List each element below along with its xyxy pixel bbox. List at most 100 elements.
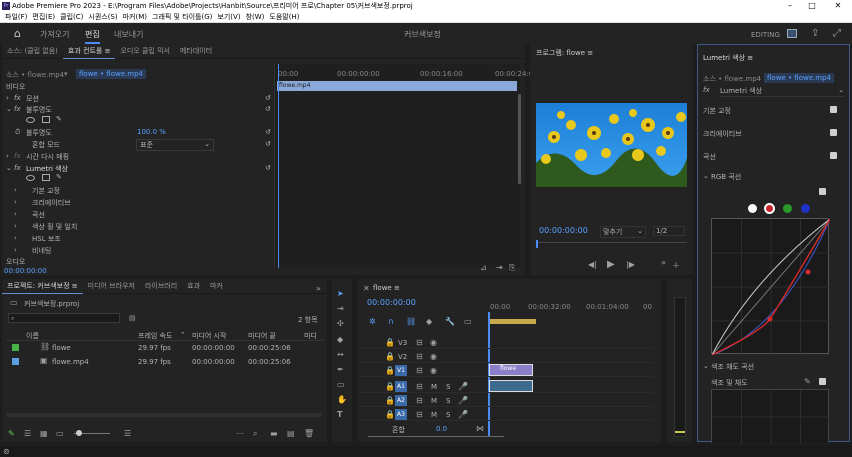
playhead[interactable] [278, 64, 279, 268]
sync-lock-icon[interactable]: ⊟ [416, 410, 423, 419]
chevron-right-icon[interactable]: › [14, 234, 17, 242]
green-channel-button[interactable] [783, 204, 792, 213]
more-icon[interactable]: » [661, 258, 666, 267]
lumetri-vignette-label[interactable]: 비네팅 [32, 246, 51, 256]
nest-icon[interactable]: ✲ [369, 317, 376, 326]
filter-icon[interactable]: ⊿ [480, 263, 487, 272]
reset-icon[interactable]: ↺ [265, 94, 271, 102]
lumetri-fx-select[interactable]: Lumetri 색상 ⌄ [720, 86, 844, 97]
chevron-down-icon[interactable]: ⌄ [703, 362, 709, 370]
solo-button[interactable]: S [446, 411, 450, 419]
chevron-down-icon[interactable]: ▾ [64, 70, 68, 78]
razor-tool-icon[interactable]: ◆ [337, 335, 343, 344]
microphone-icon[interactable]: 🎤 [458, 382, 468, 391]
lock-icon[interactable]: 🔒 [385, 338, 395, 347]
menu-marker[interactable]: 마커(M) [123, 13, 147, 21]
maximize-icon[interactable]: □ [802, 0, 822, 12]
new-bin-icon[interactable]: ▤ [129, 314, 136, 322]
tab-libraries[interactable]: 라이브러리 [140, 279, 182, 293]
play-icon[interactable]: ▶ [607, 259, 615, 270]
track-label[interactable]: A2 [395, 395, 407, 406]
motion-effect-label[interactable]: 모션 [26, 94, 39, 104]
eyedropper-icon[interactable]: ✎ [804, 377, 811, 386]
horizontal-scrollbar[interactable] [6, 413, 322, 417]
search-input[interactable]: ⌕ [8, 313, 120, 323]
lock-icon[interactable]: 🔒 [385, 366, 395, 375]
rgb-curve-graph[interactable] [711, 218, 831, 356]
sort-icon[interactable]: ⌃ [180, 331, 186, 339]
chevron-right-icon[interactable]: › [6, 94, 9, 102]
sort-icon[interactable]: ☰ [124, 429, 131, 438]
video-clip[interactable]: flowe [489, 364, 533, 376]
tab-source[interactable]: 소스: (클립 없음) [2, 44, 63, 58]
more-icon[interactable]: » [316, 284, 321, 293]
mute-button[interactable]: M [431, 397, 437, 405]
rectangle-mask-icon[interactable] [42, 116, 50, 123]
fit-select[interactable]: 맞추기 ⌄ [600, 226, 646, 238]
selection-tool-icon[interactable]: ➤ [337, 289, 344, 298]
mute-button[interactable]: M [431, 383, 437, 391]
microphone-icon[interactable]: 🎤 [458, 410, 468, 419]
add-marker-icon[interactable]: ◆ [426, 317, 432, 326]
pen-mask-icon[interactable]: ✎ [56, 173, 62, 181]
tab-effect-controls[interactable]: 효과 컨트롤 ≡ [62, 44, 116, 59]
status-icon[interactable]: ⊚ [3, 447, 10, 456]
column-media-end[interactable]: 미디어 끝 [248, 331, 276, 341]
mix-value[interactable]: 0.0 [436, 425, 447, 433]
automate-icon[interactable]: ⋯ [236, 429, 244, 438]
timeline-timecode[interactable]: 00:00:00:00 [367, 298, 416, 307]
effect-controls-timecode[interactable]: 00:00:00:00 [4, 267, 47, 275]
lumetri-source[interactable]: 소스 • flowe.mp4 [703, 74, 761, 84]
menu-window[interactable]: 창(W) [246, 13, 265, 21]
track-label[interactable]: V3 [398, 339, 407, 347]
work-area-bar[interactable] [488, 319, 536, 324]
solo-button[interactable]: S [446, 397, 450, 405]
reset-icon[interactable]: ↺ [265, 164, 271, 172]
sync-lock-icon[interactable]: ⊟ [416, 338, 423, 347]
label-color-swatch[interactable] [12, 358, 19, 365]
scrollbar[interactable] [518, 94, 521, 184]
section-checkbox[interactable] [830, 106, 837, 113]
chevron-down-icon[interactable]: ⌄ [703, 172, 709, 180]
add-button-icon[interactable]: ＋ [672, 260, 680, 271]
hand-tool-icon[interactable]: ✋ [337, 395, 347, 404]
rectangle-tool-icon[interactable]: ▭ [337, 380, 345, 389]
mute-button[interactable]: M [431, 411, 437, 419]
menu-file[interactable]: 파일(F) [5, 13, 27, 21]
ellipse-mask-icon[interactable] [26, 117, 35, 123]
track-label[interactable]: A1 [395, 381, 407, 392]
tab-project[interactable]: 프로젝트: 커브색보정 ≡ [2, 279, 83, 294]
lumetri-creative-label[interactable]: 크리에이티브 [32, 198, 71, 208]
minimize-icon[interactable]: – [780, 0, 800, 12]
linked-selection-icon[interactable]: ⛓ [406, 317, 416, 326]
captions-icon[interactable]: ▭ [464, 317, 472, 326]
share-icon[interactable]: ⇪ [811, 28, 819, 39]
lock-icon[interactable]: 🔒 [385, 382, 395, 391]
close-icon[interactable]: ✕ [363, 284, 370, 293]
lumetri-section-basic[interactable]: 기본 교정 [703, 106, 731, 116]
chevron-right-icon[interactable]: › [14, 210, 17, 218]
lumetri-hsl-label[interactable]: HSL 보조 [32, 234, 61, 244]
sequence-clip-label[interactable]: flowe • flowe.mp4 [76, 69, 146, 79]
rgb-curves-label[interactable]: RGB 곡선 [711, 172, 741, 182]
table-row[interactable]: ▣ flowe.mp4 29.97 fps 00:00:00:00 00:00:… [6, 356, 324, 368]
zoom-slider-thumb[interactable] [76, 430, 82, 436]
pen-mask-icon[interactable]: ✎ [56, 115, 62, 123]
workspace-icon[interactable] [787, 29, 797, 38]
zoom-end-icon[interactable]: ⋈ [476, 424, 484, 433]
chevron-right-icon[interactable]: › [14, 186, 17, 194]
track-label[interactable]: V2 [398, 353, 407, 361]
chevron-right-icon[interactable]: › [14, 246, 17, 254]
workspace-export[interactable]: 내보내기 [114, 29, 143, 40]
column-media-extra[interactable]: 미디 [304, 331, 317, 341]
workspace-import[interactable]: 가져오기 [40, 29, 69, 40]
menu-help[interactable]: 도움말(H) [269, 13, 299, 21]
blend-mode-select[interactable]: 표준 ⌄ [136, 139, 214, 151]
chevron-right-icon[interactable]: › [6, 152, 9, 160]
blue-channel-button[interactable] [801, 204, 810, 213]
lumetri-section-creative[interactable]: 크리에이티브 [703, 129, 742, 139]
tab-media-browser[interactable]: 미디어 브라우저 [83, 279, 140, 293]
track-label[interactable]: V1 [395, 365, 407, 376]
program-monitor-title[interactable]: 프로그램: flowe ≡ [536, 48, 593, 58]
tab-effects[interactable]: 효과 [182, 279, 205, 293]
